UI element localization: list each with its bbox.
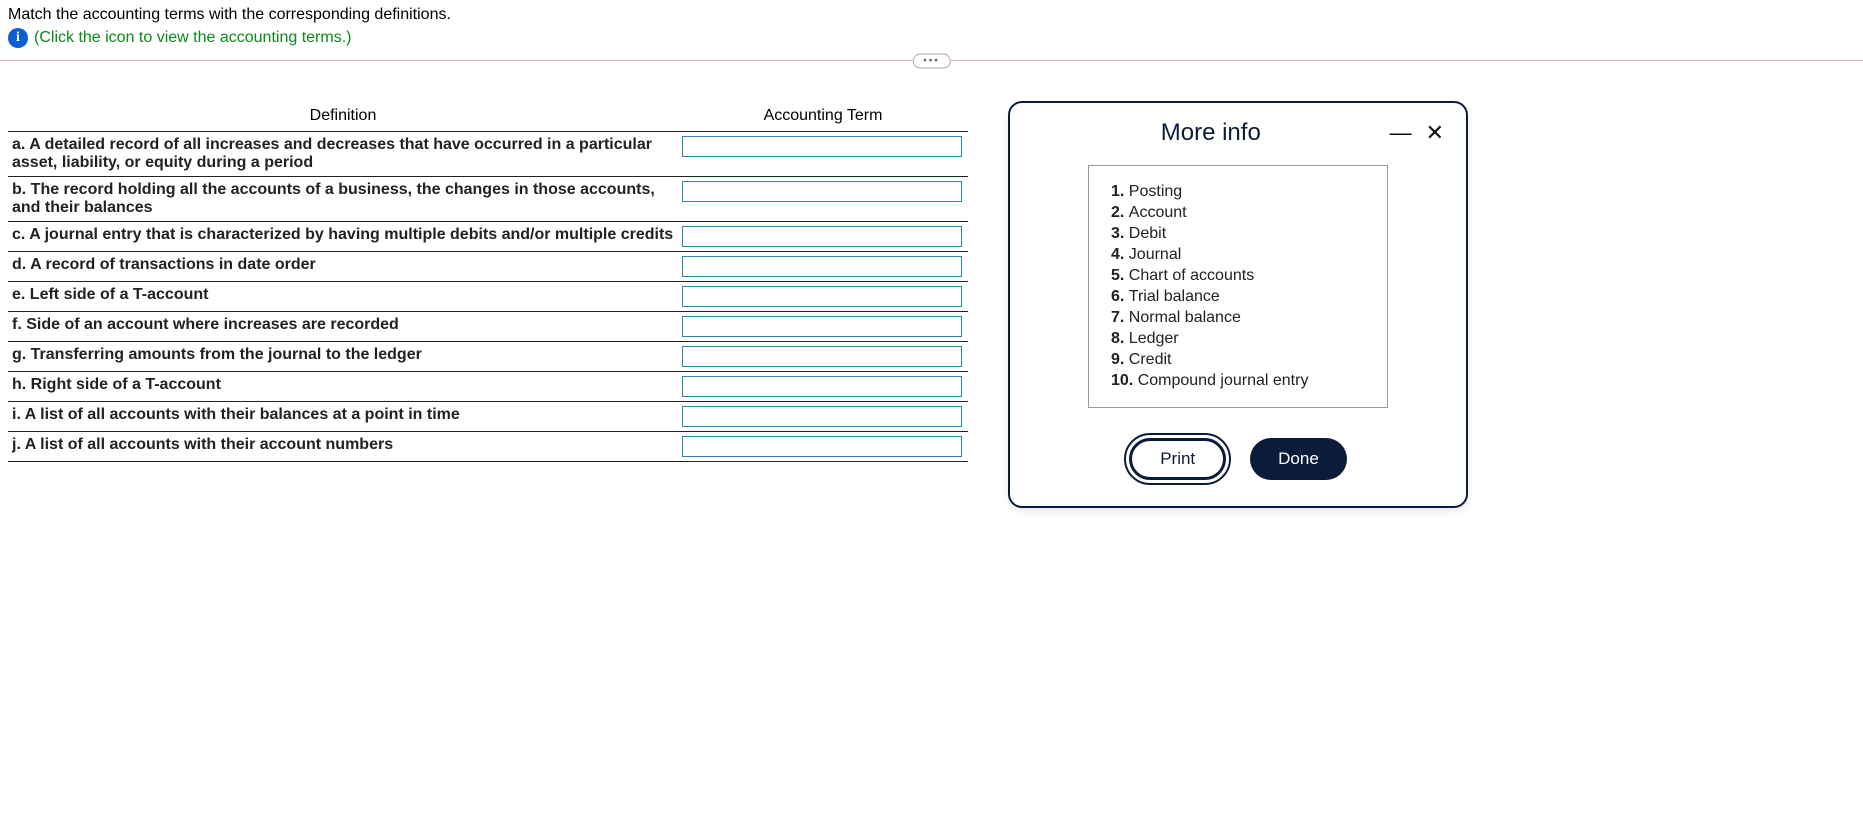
hint-text: (Click the icon to view the accounting t… <box>34 29 351 47</box>
question-text: Match the accounting terms with the corr… <box>8 6 1855 24</box>
term-cell <box>678 312 968 342</box>
table-row: j. A list of all accounts with their acc… <box>8 432 968 462</box>
accounting-term-input[interactable] <box>682 286 962 307</box>
table-row: c. A journal entry that is characterized… <box>8 222 968 252</box>
table-row: g. Transferring amounts from the journal… <box>8 342 968 372</box>
term-cell <box>678 342 968 372</box>
info-icon[interactable]: i <box>8 28 28 48</box>
expand-pill-icon[interactable]: ••• <box>912 53 951 68</box>
definition-cell: i. A list of all accounts with their bal… <box>8 402 678 432</box>
accounting-term-input[interactable] <box>682 406 962 427</box>
list-item: 8. Ledger <box>1111 330 1365 348</box>
definition-cell: c. A journal entry that is characterized… <box>8 222 678 252</box>
accounting-term-input[interactable] <box>682 376 962 397</box>
term-label: Credit <box>1129 351 1172 368</box>
term-cell <box>678 132 968 177</box>
list-item: 7. Normal balance <box>1111 309 1365 327</box>
table-row: f. Side of an account where increases ar… <box>8 312 968 342</box>
definition-cell: d. A record of transactions in date orde… <box>8 252 678 282</box>
term-number: 8. <box>1111 330 1129 347</box>
accounting-term-input[interactable] <box>682 226 962 247</box>
term-number: 7. <box>1111 309 1129 326</box>
term-label: Compound journal entry <box>1138 372 1309 389</box>
term-label: Trial balance <box>1129 288 1220 305</box>
term-label: Debit <box>1129 225 1166 242</box>
definition-cell: j. A list of all accounts with their acc… <box>8 432 678 462</box>
term-cell <box>678 282 968 312</box>
term-cell <box>678 252 968 282</box>
term-cell <box>678 177 968 222</box>
term-cell <box>678 432 968 462</box>
column-header-term: Accounting Term <box>678 101 968 132</box>
list-item: 5. Chart of accounts <box>1111 267 1365 285</box>
column-header-definition: Definition <box>8 101 678 132</box>
list-item: 6. Trial balance <box>1111 288 1365 306</box>
accounting-term-input[interactable] <box>682 316 962 337</box>
term-cell <box>678 222 968 252</box>
more-info-modal: More info — ✕ 1. Posting2. Account3. Deb… <box>1008 101 1468 508</box>
list-item: 3. Debit <box>1111 225 1365 243</box>
table-row: i. A list of all accounts with their bal… <box>8 402 968 432</box>
table-row: b. The record holding all the accounts o… <box>8 177 968 222</box>
list-item: 10. Compound journal entry <box>1111 372 1365 390</box>
accounting-term-input[interactable] <box>682 181 962 202</box>
term-number: 2. <box>1111 204 1129 221</box>
accounting-term-input[interactable] <box>682 136 962 157</box>
definition-cell: b. The record holding all the accounts o… <box>8 177 678 222</box>
definitions-table: Definition Accounting Term a. A detailed… <box>8 101 968 462</box>
term-number: 1. <box>1111 183 1129 200</box>
print-button[interactable]: Print <box>1129 438 1226 480</box>
accounting-term-input[interactable] <box>682 256 962 277</box>
definition-cell: e. Left side of a T-account <box>8 282 678 312</box>
table-row: a. A detailed record of all increases an… <box>8 132 968 177</box>
term-number: 4. <box>1111 246 1129 263</box>
list-item: 2. Account <box>1111 204 1365 222</box>
term-label: Ledger <box>1129 330 1179 347</box>
table-row: e. Left side of a T-account <box>8 282 968 312</box>
term-number: 6. <box>1111 288 1129 305</box>
table-row: h. Right side of a T-account <box>8 372 968 402</box>
list-item: 1. Posting <box>1111 183 1365 201</box>
term-number: 9. <box>1111 351 1129 368</box>
definition-cell: h. Right side of a T-account <box>8 372 678 402</box>
list-item: 9. Credit <box>1111 351 1365 369</box>
term-label: Journal <box>1129 246 1181 263</box>
term-cell <box>678 402 968 432</box>
modal-title: More info <box>1032 119 1390 147</box>
term-label: Normal balance <box>1129 309 1241 326</box>
hint-line: i (Click the icon to view the accounting… <box>8 28 1855 48</box>
term-cell <box>678 372 968 402</box>
term-number: 5. <box>1111 267 1129 284</box>
table-row: d. A record of transactions in date orde… <box>8 252 968 282</box>
definition-cell: a. A detailed record of all increases an… <box>8 132 678 177</box>
term-number: 10. <box>1111 372 1138 389</box>
term-label: Chart of accounts <box>1129 267 1254 284</box>
accounting-term-input[interactable] <box>682 436 962 457</box>
definitions-table-area: Definition Accounting Term a. A detailed… <box>8 101 968 462</box>
done-button[interactable]: Done <box>1250 438 1347 480</box>
accounting-term-input[interactable] <box>682 346 962 367</box>
question-header: Match the accounting terms with the corr… <box>0 0 1863 60</box>
definition-cell: f. Side of an account where increases ar… <box>8 312 678 342</box>
minimize-icon[interactable]: — <box>1390 122 1412 144</box>
terms-list-box: 1. Posting2. Account3. Debit4. Journal5.… <box>1088 165 1388 408</box>
term-number: 3. <box>1111 225 1129 242</box>
list-item: 4. Journal <box>1111 246 1365 264</box>
term-label: Account <box>1129 204 1187 221</box>
section-divider: ••• <box>0 60 1863 61</box>
term-label: Posting <box>1129 183 1182 200</box>
definition-cell: g. Transferring amounts from the journal… <box>8 342 678 372</box>
close-icon[interactable]: ✕ <box>1426 122 1444 144</box>
